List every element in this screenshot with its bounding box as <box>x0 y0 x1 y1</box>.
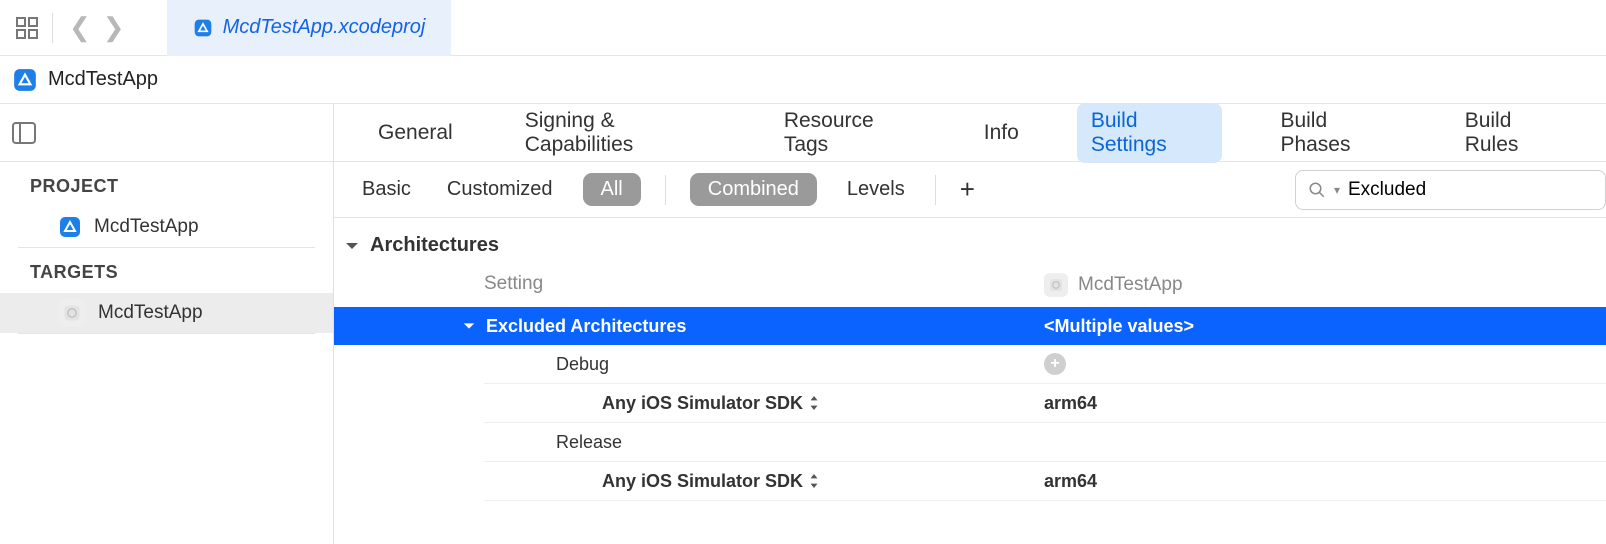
toggle-sidebar-icon[interactable] <box>12 122 36 144</box>
sidebar-project-item[interactable]: McdTestApp <box>0 207 333 247</box>
setting-sdk-name: Any iOS Simulator SDK <box>602 393 803 414</box>
build-settings-search[interactable]: ▾ <box>1295 170 1606 210</box>
setting-row-debug[interactable]: Debug + <box>334 345 1606 383</box>
setting-row-release[interactable]: Release <box>334 423 1606 461</box>
project-icon <box>12 67 38 93</box>
divider <box>484 500 1606 501</box>
divider <box>665 175 666 205</box>
editor-tab[interactable]: McdTestApp.xcodeproj <box>167 0 452 56</box>
tab-info[interactable]: Info <box>970 115 1033 151</box>
project-navigator-sidebar: PROJECT McdTestApp TARGETS McdTestApp <box>0 104 334 544</box>
filter-levels[interactable]: Levels <box>841 173 911 206</box>
sidebar-section-project: PROJECT <box>0 162 333 207</box>
setting-value[interactable]: arm64 <box>1044 393 1097 414</box>
window-toolbar: ❮ ❯ McdTestApp.xcodeproj <box>0 0 1606 56</box>
add-build-setting-icon[interactable]: + <box>960 174 975 205</box>
target-app-icon <box>1044 273 1068 297</box>
settings-group-title: Architectures <box>370 234 499 257</box>
build-settings-filter-bar: Basic Customized All Combined Levels + ▾ <box>334 162 1606 218</box>
sidebar-target-label: McdTestApp <box>98 302 203 324</box>
library-grid-icon[interactable] <box>12 13 42 43</box>
sidebar-section-targets: TARGETS <box>0 248 333 293</box>
setting-value: <Multiple values> <box>1044 316 1194 337</box>
nav-forward-icon[interactable]: ❯ <box>97 12 131 43</box>
divider <box>52 13 53 43</box>
filter-customized[interactable]: Customized <box>441 173 559 206</box>
tab-build-phases[interactable]: Build Phases <box>1266 103 1406 163</box>
setting-config-name: Debug <box>556 354 609 375</box>
setting-sdk-name: Any iOS Simulator SDK <box>602 471 803 492</box>
add-condition-icon[interactable]: + <box>1044 353 1066 375</box>
editor-pane: General Signing & Capabilities Resource … <box>334 104 1606 544</box>
nav-back-icon[interactable]: ❮ <box>63 12 97 43</box>
search-icon <box>1308 181 1326 199</box>
breadcrumb: McdTestApp <box>0 56 1606 104</box>
tab-build-rules[interactable]: Build Rules <box>1451 103 1576 163</box>
sidebar-project-label: McdTestApp <box>94 216 199 238</box>
xcodeproj-icon <box>58 215 82 239</box>
column-setting-header: Setting <box>334 273 1044 297</box>
tab-general[interactable]: General <box>364 115 467 151</box>
setting-row-debug-sdk[interactable]: Any iOS Simulator SDK arm64 <box>334 384 1606 422</box>
editor-tab-title: McdTestApp.xcodeproj <box>223 16 426 39</box>
build-settings-table: Architectures Setting McdTestApp Exclu <box>334 218 1606 544</box>
settings-columns-header: Setting McdTestApp <box>334 267 1606 307</box>
chevron-down-icon <box>344 238 360 254</box>
search-chevron-icon[interactable]: ▾ <box>1334 183 1340 197</box>
stepper-icon[interactable] <box>809 474 819 488</box>
settings-group-header[interactable]: Architectures <box>334 218 1606 267</box>
setting-row-release-sdk[interactable]: Any iOS Simulator SDK arm64 <box>334 462 1606 500</box>
sidebar-target-item[interactable]: McdTestApp <box>0 293 333 333</box>
column-target-header: McdTestApp <box>1044 273 1606 297</box>
setting-name: Excluded Architectures <box>486 316 686 337</box>
tab-resource-tags[interactable]: Resource Tags <box>770 103 926 163</box>
setting-config-name: Release <box>556 432 622 453</box>
chevron-down-icon <box>462 319 476 333</box>
stepper-icon[interactable] <box>809 396 819 410</box>
column-target-name: McdTestApp <box>1078 274 1183 296</box>
filter-all[interactable]: All <box>583 173 641 206</box>
divider <box>18 333 315 334</box>
target-editor-tabs: General Signing & Capabilities Resource … <box>334 104 1606 162</box>
divider <box>935 175 936 205</box>
filter-combined[interactable]: Combined <box>690 173 817 206</box>
filter-basic[interactable]: Basic <box>356 173 417 206</box>
search-input[interactable] <box>1348 179 1593 201</box>
xcodeproj-icon <box>193 18 213 38</box>
tab-signing-capabilities[interactable]: Signing & Capabilities <box>511 103 726 163</box>
breadcrumb-project-name[interactable]: McdTestApp <box>48 68 158 91</box>
target-app-icon <box>58 299 86 327</box>
setting-row-excluded-architectures[interactable]: Excluded Architectures <Multiple values> <box>334 307 1606 345</box>
setting-value[interactable]: arm64 <box>1044 471 1097 492</box>
tab-build-settings[interactable]: Build Settings <box>1077 103 1223 163</box>
